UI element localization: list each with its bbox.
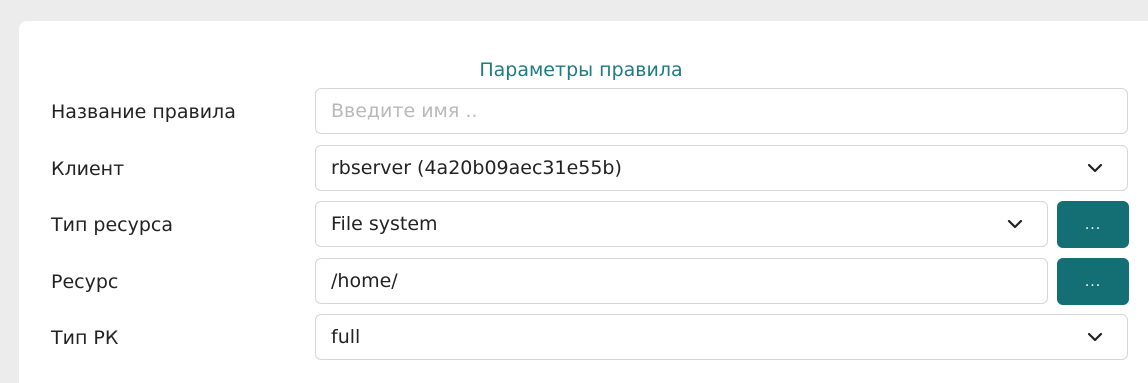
resource-type-label: Тип ресурса [51, 214, 174, 236]
chevron-down-icon [1085, 146, 1105, 190]
rule-parameters-panel: Параметры правила Название правила Клиен… [19, 21, 1148, 383]
backup-type-row: Тип РК full [19, 314, 1148, 362]
client-select[interactable]: rbserver (4a20b09aec31e55b) [315, 145, 1128, 191]
client-row: Клиент rbserver (4a20b09aec31e55b) [19, 145, 1148, 193]
resource-label: Ресурс [51, 271, 119, 293]
panel-title: Параметры правила [479, 59, 683, 81]
client-select-value: rbserver (4a20b09aec31e55b) [331, 157, 622, 179]
chevron-down-icon [1085, 315, 1105, 359]
resource-type-row: Тип ресурса File system ... [19, 201, 1148, 249]
resource-type-more-button[interactable]: ... [1057, 201, 1129, 248]
client-label: Клиент [51, 158, 125, 180]
backup-type-select[interactable]: full [315, 314, 1128, 360]
rule-name-input[interactable] [315, 88, 1128, 134]
resource-row: Ресурс /home/ ... [19, 258, 1148, 306]
resource-input[interactable]: /home/ [315, 258, 1048, 304]
rule-name-row: Название правила [19, 88, 1148, 136]
backup-type-select-value: full [331, 326, 361, 348]
resource-browse-button[interactable]: ... [1057, 258, 1129, 305]
resource-type-select-value: File system [331, 213, 438, 235]
rule-name-label: Название правила [51, 101, 236, 123]
resource-type-select[interactable]: File system [315, 201, 1048, 247]
backup-type-label: Тип РК [51, 327, 119, 349]
chevron-down-icon [1005, 202, 1025, 246]
resource-input-value: /home/ [331, 270, 398, 292]
